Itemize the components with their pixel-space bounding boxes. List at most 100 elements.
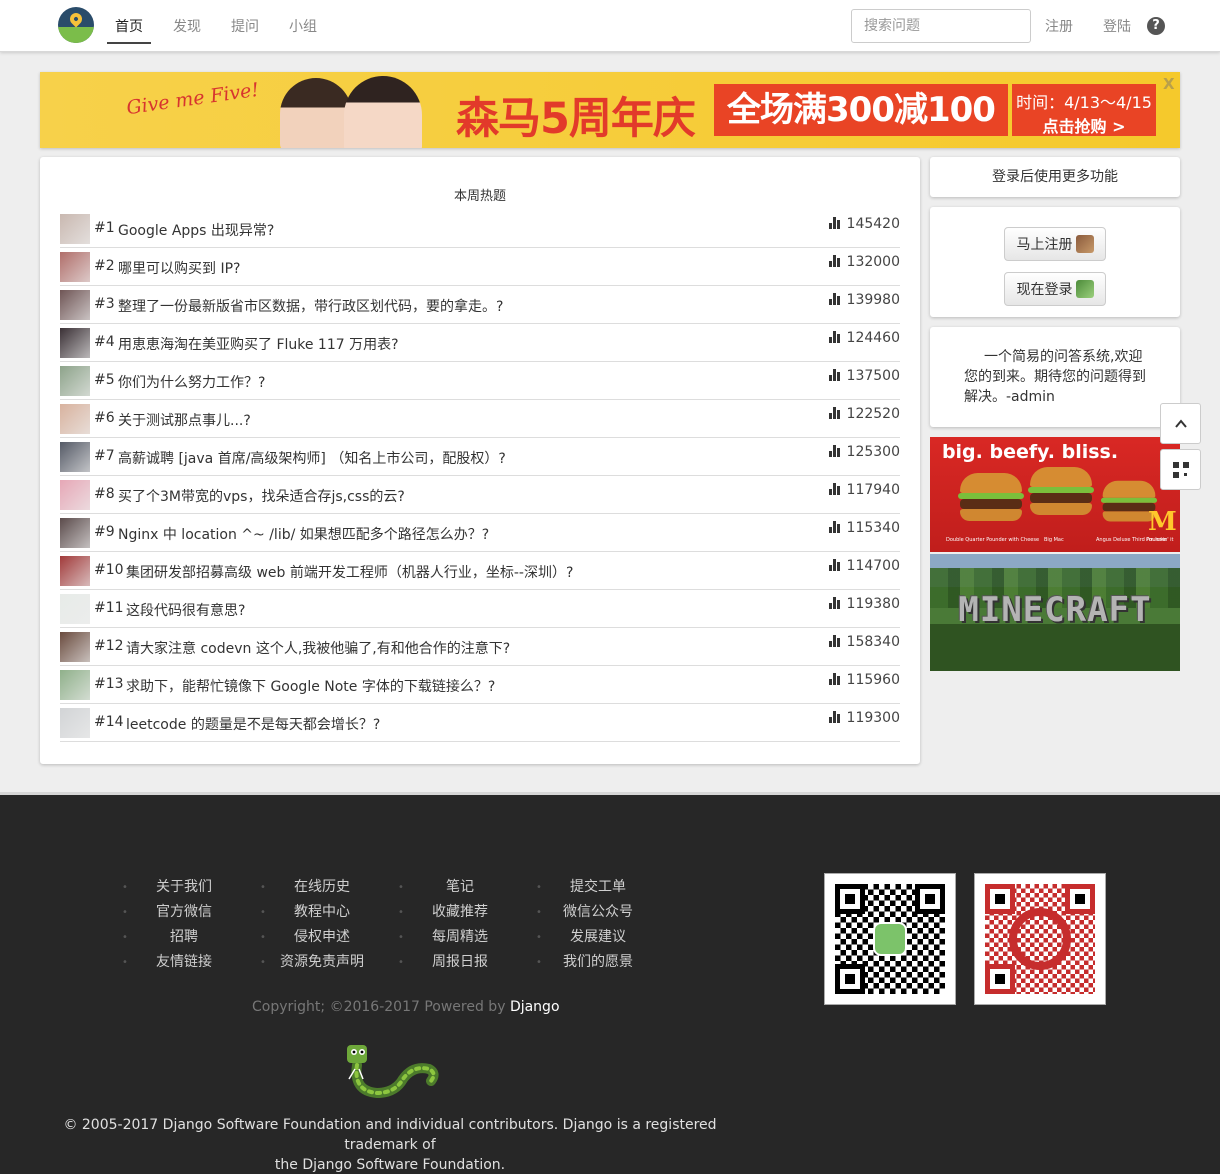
bar-chart-icon — [828, 597, 843, 609]
question-row[interactable]: #2 哪里可以购买到 IP? 132000 — [60, 248, 900, 286]
question-views: 145420 — [828, 216, 900, 232]
question-title-link[interactable]: 集团研发部招募高级 web 前端开发工程师（机器人行业，坐标--深圳）? — [126, 562, 573, 582]
footer-link[interactable]: 教程中心 — [260, 903, 382, 928]
footer-link[interactable]: 官方微信 — [122, 903, 244, 928]
footer-column-4: 提交工单 微信公众号 发展建议 我们的愿景 — [536, 878, 658, 978]
footer-link[interactable]: 我们的愿景 — [536, 953, 658, 978]
qr-code-button[interactable] — [1160, 449, 1201, 490]
banner-cta-box[interactable]: 时间：4/13～4/15 点击抢购 > — [1012, 84, 1156, 136]
user-avatar[interactable] — [60, 708, 90, 738]
burger-image-1 — [958, 473, 1024, 523]
question-title-link[interactable]: 买了个3M带宽的vps，找朵适合存js,css的云? — [118, 486, 405, 506]
user-avatar[interactable] — [60, 518, 90, 548]
footer-link[interactable]: 周报日报 — [398, 953, 520, 978]
footer-link[interactable]: 收藏推荐 — [398, 903, 520, 928]
question-row[interactable]: #12 请大家注意 codevn 这个人,我被他骗了,有和他合作的注意下? 1583… — [60, 628, 900, 666]
banner-model-image-2 — [344, 76, 422, 148]
question-title-link[interactable]: 请大家注意 codevn 这个人,我被他骗了,有和他合作的注意下? — [126, 638, 510, 658]
nav-ask[interactable]: 提问 — [231, 16, 259, 36]
user-avatar[interactable] — [60, 670, 90, 700]
footer-link[interactable]: 招聘 — [122, 928, 244, 953]
navbar: 首页 发现 提问 小组 注册 登陆 ? — [0, 0, 1220, 52]
minecraft-ad[interactable]: MINECRAFT — [930, 554, 1180, 671]
user-avatar[interactable] — [60, 404, 90, 434]
question-title-link[interactable]: 求助下，能帮忙镜像下 Google Note 字体的下载链接么？? — [126, 676, 495, 696]
login-button[interactable]: 现在登录 — [1004, 272, 1106, 306]
question-rank: #6 — [94, 410, 115, 426]
user-avatar[interactable] — [60, 442, 90, 472]
promo-banner[interactable]: Give me Five! 森马5周年庆 全场满300减100 时间：4/13～… — [40, 72, 1180, 148]
register-link[interactable]: 注册 — [1045, 16, 1073, 36]
question-views: 124460 — [828, 330, 900, 346]
user-avatar[interactable] — [60, 214, 90, 244]
question-title-link[interactable]: Google Apps 出现异常? — [118, 220, 274, 240]
user-avatar[interactable] — [60, 328, 90, 358]
question-view-count: 132000 — [846, 254, 900, 270]
bar-chart-icon — [828, 369, 843, 381]
question-title-link[interactable]: leetcode 的题量是不是每天都会增长？? — [126, 714, 380, 734]
site-logo[interactable] — [58, 7, 94, 43]
question-row[interactable]: #9 Nginx 中 location ^~ /lib/ 如果想匹配多个路径怎么办… — [60, 514, 900, 552]
question-row[interactable]: #3 整理了一份最新版省市区数据，带行政区划代码，要的拿走。? 139980 — [60, 286, 900, 324]
user-avatar[interactable] — [60, 480, 90, 510]
question-row[interactable]: #10 集团研发部招募高级 web 前端开发工程师（机器人行业，坐标--深圳）? 1… — [60, 552, 900, 590]
question-views: 122520 — [828, 406, 900, 422]
question-rank: #5 — [94, 372, 115, 388]
question-row[interactable]: #13 求助下，能帮忙镜像下 Google Note 字体的下载链接么？? 1159… — [60, 666, 900, 704]
nav-home[interactable]: 首页 — [115, 16, 143, 36]
user-avatar[interactable] — [60, 594, 90, 624]
footer-link[interactable]: 每周精选 — [398, 928, 520, 953]
footer-link[interactable]: 笔记 — [398, 878, 520, 903]
login-link[interactable]: 登陆 — [1103, 16, 1131, 36]
footer-link[interactable]: 侵权申述 — [260, 928, 382, 953]
help-icon[interactable]: ? — [1147, 17, 1165, 35]
footer-link[interactable]: 资源免责声明 — [260, 953, 382, 978]
question-title-link[interactable]: 关于测试那点事儿...? — [118, 410, 251, 430]
question-title-link[interactable]: 这段代码很有意思? — [126, 600, 245, 620]
question-row[interactable]: #5 你们为什么努力工作？? 137500 — [60, 362, 900, 400]
question-title-link[interactable]: 用恵恵海淘在美亚购买了 Fluke 117 万用表? — [118, 334, 399, 354]
question-row[interactable]: #14 leetcode 的题量是不是每天都会增长？? 119300 — [60, 704, 900, 742]
footer-link[interactable]: 发展建议 — [536, 928, 658, 953]
question-view-count: 119300 — [846, 710, 900, 726]
question-row[interactable]: #4 用恵恵海淘在美亚购买了 Fluke 117 万用表? 124460 — [60, 324, 900, 362]
banner-close-icon[interactable]: X — [1163, 75, 1175, 93]
question-row[interactable]: #11 这段代码很有意思? 119380 — [60, 590, 900, 628]
question-row[interactable]: #1 Google Apps 出现异常? 145420 — [60, 210, 900, 248]
nav-active-underline — [107, 42, 151, 44]
question-title-link[interactable]: 你们为什么努力工作？? — [118, 372, 265, 392]
django-link[interactable]: Django — [510, 999, 560, 1015]
bar-chart-icon — [828, 673, 843, 685]
footer-link[interactable]: 提交工单 — [536, 878, 658, 903]
user-avatar[interactable] — [60, 366, 90, 396]
ad-burger-slogan: big. beefy. bliss. — [941, 441, 1119, 463]
banner-time: 时间：4/13～4/15 — [1016, 93, 1152, 112]
question-title-link[interactable]: 整理了一份最新版省市区数据，带行政区划代码，要的拿走。? — [118, 296, 503, 316]
footer-link[interactable]: 微信公众号 — [536, 903, 658, 928]
question-title-link[interactable]: 哪里可以购买到 IP? — [118, 258, 240, 278]
banner-cta[interactable]: 点击抢购 > — [1012, 113, 1156, 137]
bar-chart-icon — [828, 293, 843, 305]
question-row[interactable]: #8 买了个3M带宽的vps，找朵适合存js,css的云? 117940 — [60, 476, 900, 514]
user-avatar[interactable] — [60, 252, 90, 282]
nav-groups[interactable]: 小组 — [289, 16, 317, 36]
question-title-link[interactable]: Nginx 中 location ^~ /lib/ 如果想匹配多个路径怎么办？? — [118, 524, 489, 544]
question-rank: #12 — [94, 638, 124, 654]
question-row[interactable]: #7 高薪诚聘 [java 首席/高级架构师] （知名上市公司，配股权）? 1253… — [60, 438, 900, 476]
question-row[interactable]: #6 关于测试那点事儿...? 122520 — [60, 400, 900, 438]
user-avatar[interactable] — [60, 290, 90, 320]
question-title-link[interactable]: 高薪诚聘 [java 首席/高级架构师] （知名上市公司，配股权）? — [118, 448, 506, 468]
register-button[interactable]: 马上注册 — [1004, 227, 1106, 261]
search-input[interactable] — [851, 9, 1031, 43]
user-avatar[interactable] — [60, 632, 90, 662]
footer-link[interactable]: 在线历史 — [260, 878, 382, 903]
footer-link[interactable]: 关于我们 — [122, 878, 244, 903]
mcdonalds-ad[interactable]: big. beefy. bliss. M Double Quarter Poun… — [930, 437, 1180, 552]
question-views: 114700 — [828, 558, 900, 574]
login-tip: 登录后使用更多功能 — [930, 157, 1180, 197]
footer-link[interactable]: 友情链接 — [122, 953, 244, 978]
footer: 关于我们 官方微信 招聘 友情链接 在线历史 教程中心 侵权申述 资源免责声明 … — [0, 792, 1220, 1174]
nav-discover[interactable]: 发现 — [173, 16, 201, 36]
back-to-top-button[interactable] — [1160, 403, 1201, 444]
user-avatar[interactable] — [60, 556, 90, 586]
